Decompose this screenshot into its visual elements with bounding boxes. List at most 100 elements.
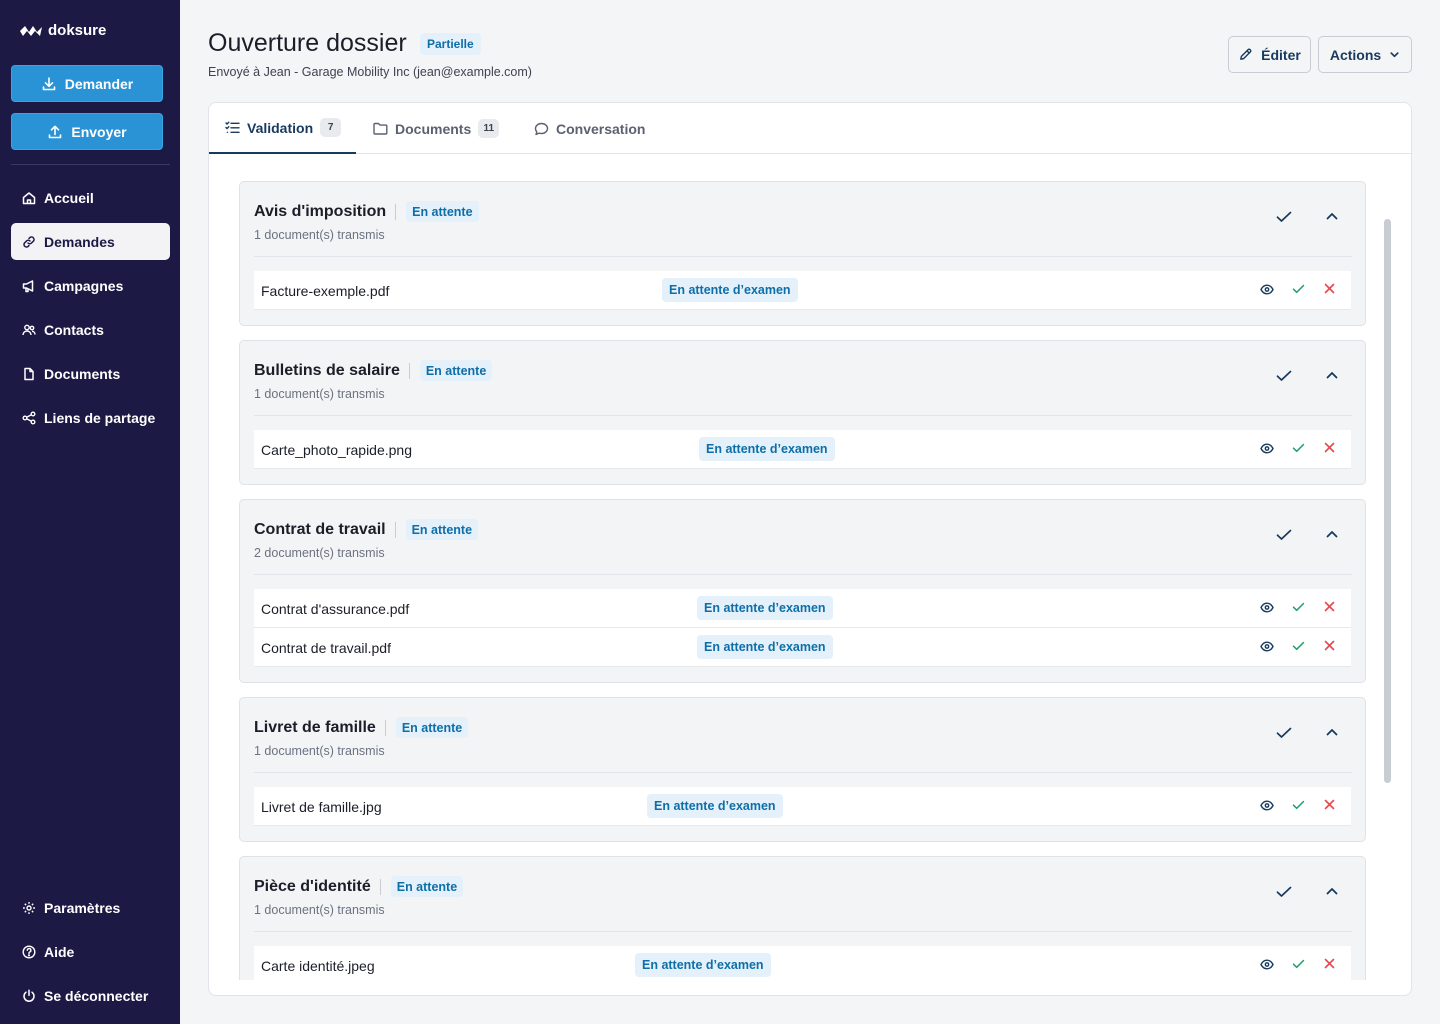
approve-document-button[interactable] <box>1292 959 1305 969</box>
chevron-up-icon <box>1326 213 1338 220</box>
document-name: Contrat d'assurance.pdf <box>261 601 410 617</box>
tab-label: Validation <box>247 119 314 136</box>
reject-document-button[interactable] <box>1324 958 1335 969</box>
document-row: Carte identité.jpeg En attente d’examen <box>254 946 1351 980</box>
close-icon <box>1324 958 1335 969</box>
sidebar-item-accueil[interactable]: Accueil <box>11 179 170 216</box>
brand-name: doksure <box>48 22 107 39</box>
collapse-category-button[interactable] <box>1326 371 1338 380</box>
request-button[interactable]: Demander <box>11 65 163 102</box>
category-status-badge: En attente <box>419 360 493 381</box>
approve-document-button[interactable] <box>1292 443 1305 453</box>
edit-button[interactable]: Éditer <box>1228 36 1311 73</box>
document-row: Contrat d'assurance.pdf En attente d’exa… <box>254 589 1351 628</box>
category-status-badge: En attente <box>390 876 464 897</box>
sidebar-item-documents[interactable]: Documents <box>11 355 170 392</box>
tab-conversation[interactable]: Conversation <box>534 103 645 154</box>
document-row: Carte_photo_rapide.png En attente d’exam… <box>254 430 1351 469</box>
check-icon <box>1292 443 1305 453</box>
collapse-category-button[interactable] <box>1326 212 1338 221</box>
category-divider <box>254 415 1352 416</box>
check-icon <box>1276 529 1292 540</box>
contacts-icon <box>22 324 36 335</box>
approve-category-button[interactable] <box>1276 886 1292 898</box>
collapse-category-button[interactable] <box>1326 530 1338 539</box>
approve-category-button[interactable] <box>1276 727 1292 739</box>
eye-icon <box>1260 602 1274 613</box>
vertical-scrollbar[interactable] <box>1384 219 1391 783</box>
actions-dropdown[interactable]: Actions <box>1318 36 1412 73</box>
approve-category-button[interactable] <box>1276 211 1292 223</box>
folder-icon <box>373 122 388 135</box>
sidebar-item-label: Demandes <box>44 233 115 250</box>
preview-document-button[interactable] <box>1260 959 1274 970</box>
sidebar-item-parametres[interactable]: Paramètres <box>11 889 170 926</box>
document-name: Carte_photo_rapide.png <box>261 442 413 458</box>
document-name: Carte identité.jpeg <box>261 958 375 974</box>
check-icon <box>1292 959 1305 969</box>
preview-document-button[interactable] <box>1260 641 1274 652</box>
category-title-row: Pièce d'identité En attente <box>254 876 464 897</box>
sidebar-item-label: Se déconnecter <box>44 987 149 1004</box>
tab-label: Conversation <box>556 120 646 137</box>
document-status-badge: En attente d’examen <box>699 437 835 461</box>
eye-icon <box>1260 284 1274 295</box>
doksure-logo-icon <box>20 25 42 36</box>
category-title: Avis d'imposition <box>254 202 387 220</box>
approve-category-button[interactable] <box>1276 529 1292 541</box>
sidebar-item-liens-de-partage[interactable]: Liens de partage <box>11 399 170 436</box>
title-divider <box>384 719 386 736</box>
send-button[interactable]: Envoyer <box>11 113 163 150</box>
document-category: Avis d'imposition En attente 1 document(… <box>239 181 1366 326</box>
megaphone-icon <box>22 279 34 292</box>
sidebar-item-se-deconnecter[interactable]: Se déconnecter <box>11 977 170 1014</box>
sidebar-item-label: Paramètres <box>44 899 121 916</box>
chevron-up-icon <box>1326 372 1338 379</box>
tab-documents[interactable]: Documents 11 <box>373 103 500 154</box>
eye-icon <box>1260 641 1274 652</box>
approve-document-button[interactable] <box>1292 284 1305 294</box>
brand-logo[interactable]: doksure <box>19 22 106 39</box>
sidebar-item-demandes[interactable]: Demandes <box>11 223 170 260</box>
reject-document-button[interactable] <box>1324 640 1335 651</box>
preview-document-button[interactable] <box>1260 284 1274 295</box>
preview-document-button[interactable] <box>1260 602 1274 613</box>
sidebar-item-label: Contacts <box>44 321 104 338</box>
document-category: Bulletins de salaire En attente 1 docume… <box>239 340 1366 485</box>
document-row: Contrat de travail.pdf En attente d’exam… <box>254 628 1351 667</box>
eye-icon <box>1260 443 1274 454</box>
category-divider <box>254 772 1352 773</box>
sidebar-divider <box>11 164 170 165</box>
approve-document-button[interactable] <box>1292 641 1305 651</box>
category-document-count: 1 document(s) transmis <box>254 744 385 758</box>
chat-icon <box>534 122 549 135</box>
reject-document-button[interactable] <box>1324 601 1335 612</box>
sidebar-item-contacts[interactable]: Contacts <box>11 311 170 348</box>
document-name: Contrat de travail.pdf <box>261 640 391 656</box>
reject-document-button[interactable] <box>1324 442 1335 453</box>
sidebar-item-label: Documents <box>44 365 121 382</box>
approve-category-button[interactable] <box>1276 370 1292 382</box>
help-icon <box>22 944 36 959</box>
actions-dropdown-label: Actions <box>1329 46 1382 63</box>
sidebar-item-aide[interactable]: Aide <box>11 933 170 970</box>
document-row: Livret de famille.jpg En attente d’exame… <box>254 787 1351 826</box>
chevron-up-icon <box>1326 729 1338 736</box>
reject-document-button[interactable] <box>1324 283 1335 294</box>
check-icon <box>1276 370 1292 381</box>
reject-document-button[interactable] <box>1324 799 1335 810</box>
collapse-category-button[interactable] <box>1326 887 1338 896</box>
approve-document-button[interactable] <box>1292 800 1305 810</box>
sidebar-item-campagnes[interactable]: Campagnes <box>11 267 170 304</box>
preview-document-button[interactable] <box>1260 443 1274 454</box>
category-title: Contrat de travail <box>254 520 386 538</box>
category-status-badge: En attente <box>406 201 479 222</box>
tab-validation[interactable]: Validation 7 <box>209 103 356 154</box>
collapse-category-button[interactable] <box>1326 728 1338 737</box>
approve-document-button[interactable] <box>1292 602 1305 612</box>
close-icon <box>1324 283 1335 294</box>
title-divider <box>408 362 410 379</box>
preview-document-button[interactable] <box>1260 800 1274 811</box>
validation-list[interactable]: Avis d'imposition En attente 1 document(… <box>209 155 1411 980</box>
download-icon <box>42 76 56 90</box>
